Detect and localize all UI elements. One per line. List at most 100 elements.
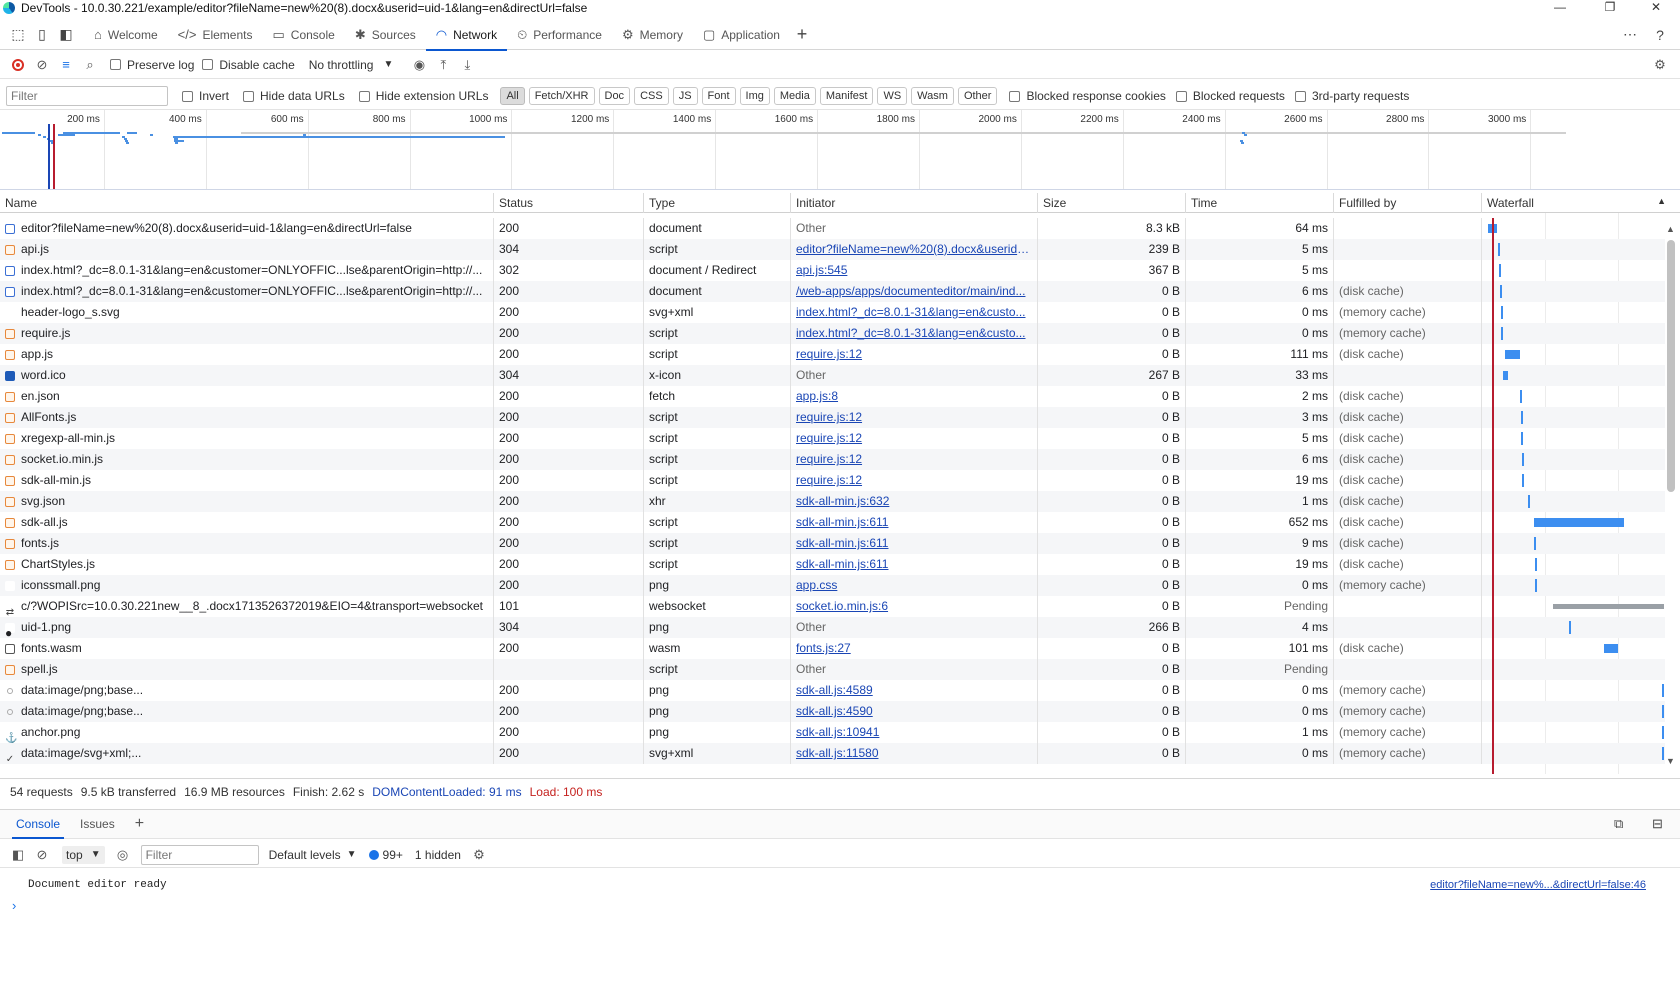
request-initiator[interactable]: app.css	[791, 575, 1038, 596]
request-waterfall[interactable]	[1482, 596, 1665, 617]
console-filter-input[interactable]	[140, 844, 259, 865]
more-tabs-icon[interactable]: +	[790, 23, 814, 47]
request-name-cell[interactable]: ChartStyles.js	[0, 554, 494, 575]
more-options-icon[interactable]: ⋯	[1618, 23, 1642, 47]
table-row[interactable]: spell.js script Other 0 B Pending	[0, 659, 1665, 680]
request-initiator[interactable]: socket.io.min.js:6	[791, 596, 1038, 617]
request-name-cell[interactable]: header-logo_s.svg	[0, 302, 494, 323]
request-name-cell[interactable]: sdk-all-min.js	[0, 470, 494, 491]
drawer-tab-issues[interactable]: Issues	[70, 809, 125, 839]
table-row[interactable]: header-logo_s.svg 200 svg+xml index.html?_d…	[0, 302, 1665, 323]
request-initiator[interactable]: sdk-all.js:4590	[791, 701, 1038, 722]
request-name-cell[interactable]: app.js	[0, 344, 494, 365]
table-row[interactable]: sdk-all.js 200 script sdk-all-min.js:611 0 B…	[0, 512, 1665, 533]
invert-checkbox[interactable]: Invert	[182, 89, 229, 103]
column-header-name[interactable]: Name	[0, 193, 494, 213]
close-drawer-icon[interactable]: ⊟	[1652, 816, 1663, 832]
request-waterfall[interactable]	[1482, 533, 1665, 554]
request-waterfall[interactable]	[1482, 323, 1665, 344]
hide-data-urls-checkbox[interactable]: Hide data URLs	[243, 89, 345, 103]
column-header-initiator[interactable]: Initiator	[791, 193, 1038, 213]
request-name-cell[interactable]: socket.io.min.js	[0, 449, 494, 470]
tab-elements[interactable]: </> Elements	[168, 20, 263, 50]
request-waterfall[interactable]	[1482, 428, 1665, 449]
request-waterfall[interactable]	[1482, 302, 1665, 323]
request-waterfall[interactable]	[1482, 512, 1665, 533]
column-header-waterfall[interactable]: Waterfall ▲	[1482, 193, 1680, 213]
request-name-cell[interactable]: AllFonts.js	[0, 407, 494, 428]
table-row[interactable]: data:image/png;base... 200 png sdk-all.js:4…	[0, 701, 1665, 722]
live-expression-icon[interactable]: ◎	[111, 844, 135, 866]
tab-welcome[interactable]: ⌂ Welcome	[84, 20, 168, 50]
request-waterfall[interactable]	[1482, 260, 1665, 281]
tab-console[interactable]: ▭ Console	[262, 20, 344, 50]
request-waterfall[interactable]	[1482, 470, 1665, 491]
request-waterfall[interactable]	[1482, 449, 1665, 470]
column-header-size[interactable]: Size	[1038, 193, 1186, 213]
request-initiator[interactable]: sdk-all-min.js:611	[791, 512, 1038, 533]
request-initiator[interactable]: index.html?_dc=8.0.1-31&lang=en&custo...	[791, 323, 1038, 344]
table-row[interactable]: fonts.wasm 200 wasm fonts.js:27 0 B 101 ms (di…	[0, 638, 1665, 659]
table-row[interactable]: en.json 200 fetch app.js:8 0 B2 ms (disk cach…	[0, 386, 1665, 407]
request-waterfall[interactable]	[1482, 344, 1665, 365]
network-settings-icon[interactable]: ⚙	[1648, 54, 1672, 76]
console-message-source-link[interactable]: editor?fileName=new%...&directUrl=false:…	[1430, 879, 1646, 891]
table-row[interactable]: require.js 200 script index.html?_dc=8.0.1-…	[0, 323, 1665, 344]
request-initiator[interactable]: require.js:12	[791, 470, 1038, 491]
request-name-cell[interactable]: iconssmall.png	[0, 575, 494, 596]
request-initiator[interactable]: /web-apps/apps/documenteditor/main/ind..…	[791, 281, 1038, 302]
table-row[interactable]: app.js 200 script require.js:12 0 B 111 ms (di…	[0, 344, 1665, 365]
request-name-cell[interactable]: ⚓ anchor.png	[0, 722, 494, 743]
request-name-cell[interactable]: svg.json	[0, 491, 494, 512]
request-name-cell[interactable]: require.js	[0, 323, 494, 344]
request-waterfall[interactable]	[1482, 659, 1665, 680]
network-overview-timeline[interactable]: 200 ms 400 ms 600 ms 800 ms 1000 ms 1200 ms 14…	[0, 109, 1680, 190]
dock-sidebar-icon[interactable]: ◧	[54, 23, 78, 47]
tab-application[interactable]: ▢ Application	[693, 20, 790, 50]
blocked-cookies-checkbox[interactable]: Blocked response cookies	[1009, 89, 1166, 103]
context-select[interactable]: top ▼	[62, 845, 105, 864]
request-waterfall[interactable]	[1482, 638, 1665, 659]
request-name-cell[interactable]: ⇄ c/?WOPISrc=10.0.30.221new__8_.docx17135…	[0, 596, 494, 617]
request-initiator[interactable]: sdk-all.js:10941	[791, 722, 1038, 743]
table-row[interactable]: word.ico 304 x-icon Other 267 B 33 ms	[0, 365, 1665, 386]
request-waterfall[interactable]	[1482, 407, 1665, 428]
filter-chip-all[interactable]: All	[500, 87, 525, 105]
table-row[interactable]: index.html?_dc=8.0.1-31&lang=en&customer…	[0, 260, 1665, 281]
request-initiator[interactable]: sdk-all-min.js:611	[791, 554, 1038, 575]
close-window-button[interactable]: ✕	[1636, 0, 1676, 16]
table-row[interactable]: ⇄ c/?WOPISrc=10.0.30.221new__8_.docx17135…	[0, 596, 1665, 617]
request-name-cell[interactable]: data:image/png;base...	[0, 701, 494, 722]
request-initiator[interactable]: sdk-all.js:11580	[791, 743, 1038, 764]
search-icon[interactable]: ⌕	[78, 54, 102, 76]
blocked-requests-checkbox[interactable]: Blocked requests	[1175, 89, 1285, 103]
request-name-cell[interactable]: api.js	[0, 239, 494, 260]
request-initiator[interactable]: editor?fileName=new%20(8).docx&userid=..…	[791, 239, 1038, 260]
request-initiator[interactable]: fonts.js:27	[791, 638, 1038, 659]
request-waterfall[interactable]	[1482, 239, 1665, 260]
third-party-checkbox[interactable]: 3rd-party requests	[1294, 89, 1409, 103]
tab-memory[interactable]: ⚙ Memory	[612, 20, 693, 50]
filter-chip-js[interactable]: JS	[672, 87, 698, 105]
request-waterfall[interactable]	[1482, 554, 1665, 575]
console-prompt-icon[interactable]: ›	[12, 898, 16, 913]
preserve-log-checkbox[interactable]: Preserve log	[110, 58, 194, 72]
disable-cache-checkbox[interactable]: Disable cache	[202, 58, 295, 72]
request-name-cell[interactable]: fonts.wasm	[0, 638, 494, 659]
filter-chip-font[interactable]: Font	[701, 87, 736, 105]
filter-chip-doc[interactable]: Doc	[598, 87, 631, 105]
inspect-element-icon[interactable]: ⬚	[6, 23, 30, 47]
filter-chip-other[interactable]: Other	[957, 87, 998, 105]
scroll-up-icon[interactable]: ▲	[1666, 224, 1675, 234]
hide-extension-urls-checkbox[interactable]: Hide extension URLs	[358, 89, 488, 103]
message-count-badge[interactable]: 99+	[368, 848, 403, 862]
request-waterfall[interactable]	[1482, 491, 1665, 512]
request-waterfall[interactable]	[1482, 617, 1665, 638]
tab-performance[interactable]: ⏲ Performance	[507, 20, 612, 50]
filter-input[interactable]	[6, 86, 168, 106]
table-row[interactable]: index.html?_dc=8.0.1-31&lang=en&customer…	[0, 281, 1665, 302]
import-har-icon[interactable]: ⤒	[431, 54, 455, 76]
request-name-cell[interactable]: ✓ data:image/svg+xml;...	[0, 743, 494, 764]
request-waterfall[interactable]	[1482, 743, 1665, 764]
throttling-select[interactable]: No throttling ▼	[309, 58, 394, 72]
